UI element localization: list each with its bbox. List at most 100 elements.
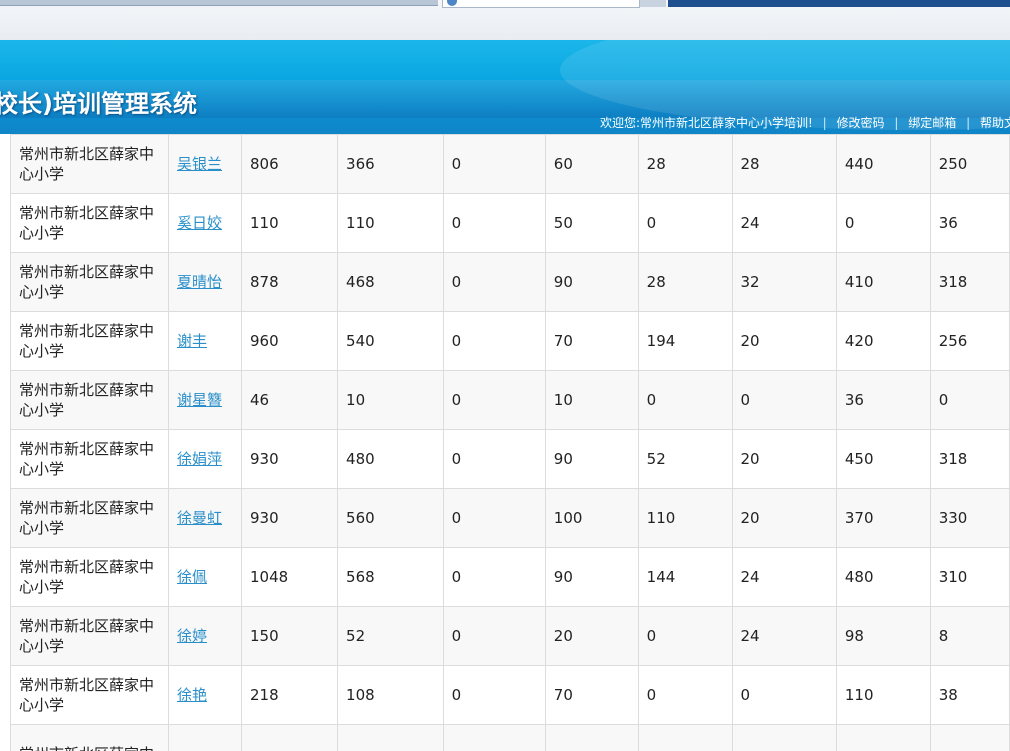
value-cell: 420 [835,311,931,371]
teacher-name-link[interactable]: 徐佩 [177,568,207,586]
system-title: 校长)培训管理系统 [0,90,197,118]
teacher-name-link[interactable]: 吴银兰 [177,155,222,173]
school-cell: 常州市新北区薛家中心小学 [10,606,169,666]
value-cell: 52 [637,429,733,489]
value-cell: 150 [241,606,339,666]
value-cell: 370 [835,488,931,548]
teacher-name-cell: 徐婷 [167,606,243,666]
school-cell: 常州市新北区薛家中心小学 [10,311,169,371]
table-row: 常州市新北区薛家中心小学 徐艳 218 108 0 70 0 0 110 38 [10,665,1010,725]
value-cell: 52 [337,606,444,666]
value-cell: 10 [337,370,444,430]
value-cell: 318 [929,252,1010,312]
user-bar: 欢迎您:常州市新北区薛家中心小学培训! | 修改密码 | 绑定邮箱 | 帮助文 [594,114,1010,132]
value-cell: 0 [442,547,546,607]
table-row: 常州市新北区薛家中心小学 徐佩 1048 568 0 90 144 24 480 310 [10,547,1010,607]
value-cell: 0 [442,606,546,666]
value-cell: 256 [929,311,1010,371]
user-bar-separator: | [822,116,827,130]
value-cell: 878 [241,252,339,312]
value-cell [241,724,339,751]
browser-toolbar-edge [0,0,438,6]
value-cell: 0 [731,665,837,725]
browser-tab[interactable] [442,0,640,8]
value-cell: 480 [835,547,931,607]
value-cell: 0 [929,370,1010,430]
help-link[interactable]: 帮助文 [980,116,1010,130]
value-cell: 32 [731,252,837,312]
value-cell: 366 [337,134,444,194]
teacher-name-cell: 谢星簪 [167,370,243,430]
value-cell: 36 [835,370,931,430]
table-row: 常州市新北区薛家中心小学 徐娟萍 930 480 0 90 52 20 450 318 [10,429,1010,489]
teacher-name-cell: 徐曼虹 [167,488,243,548]
table-row: 常州市新北区薛家中 [10,724,1010,751]
school-cell: 常州市新北区薛家中 [10,724,169,751]
teacher-name-link[interactable]: 谢星簪 [177,391,222,409]
teacher-name-link[interactable]: 徐娟萍 [177,450,222,468]
table-row: 常州市新北区薛家中心小学 徐婷 150 52 0 20 0 24 98 8 [10,606,1010,666]
value-cell: 90 [544,547,639,607]
value-cell: 36 [929,193,1010,253]
value-cell: 0 [442,134,546,194]
value-cell: 110 [835,665,931,725]
value-cell: 8 [929,606,1010,666]
value-cell: 98 [835,606,931,666]
value-cell: 480 [337,429,444,489]
value-cell: 110 [337,193,444,253]
value-cell: 560 [337,488,444,548]
value-cell: 540 [337,311,444,371]
value-cell: 0 [442,370,546,430]
value-cell: 108 [337,665,444,725]
welcome-text: 欢迎您:常州市新北区薛家中心小学培训! [599,116,813,130]
bind-email-link[interactable]: 绑定邮箱 [908,116,956,130]
school-cell: 常州市新北区薛家中心小学 [10,488,169,548]
value-cell: 28 [731,134,837,194]
user-bar-separator: | [966,116,971,130]
value-cell: 24 [731,606,837,666]
value-cell [731,724,837,751]
teacher-name-link[interactable]: 夏晴怡 [177,273,222,291]
value-cell [337,724,444,751]
value-cell: 20 [731,311,837,371]
teacher-name-link[interactable]: 徐婷 [177,627,207,645]
teacher-name-cell: 夏晴怡 [167,252,243,312]
school-cell: 常州市新北区薛家中心小学 [10,547,169,607]
value-cell: 440 [835,134,931,194]
value-cell: 960 [241,311,339,371]
teacher-name-link[interactable]: 奚日姣 [177,214,222,232]
value-cell: 0 [731,370,837,430]
value-cell: 0 [637,193,733,253]
teacher-name-cell: 奚日姣 [167,193,243,253]
change-password-link[interactable]: 修改密码 [837,116,885,130]
teacher-name-link[interactable]: 谢丰 [177,332,207,350]
browser-chrome [0,0,1010,41]
school-cell: 常州市新北区薛家中心小学 [10,193,169,253]
training-stats-table: 常州市新北区薛家中心小学 吴银兰 806 366 0 60 28 28 440 250 常州市新北区… [10,134,1010,751]
teacher-name-link[interactable]: 徐曼虹 [177,509,222,527]
teacher-name-cell: 谢丰 [167,311,243,371]
value-cell: 0 [637,665,733,725]
teacher-name-cell: 吴银兰 [167,134,243,194]
value-cell: 24 [731,547,837,607]
value-cell: 0 [442,193,546,253]
value-cell: 50 [544,193,639,253]
value-cell: 0 [637,370,733,430]
value-cell: 568 [337,547,444,607]
table-row: 常州市新北区薛家中心小学 夏晴怡 878 468 0 90 28 32 410 318 [10,252,1010,312]
training-stats-table-area[interactable]: 常州市新北区薛家中心小学 吴银兰 806 366 0 60 28 28 440 250 常州市新北区… [0,134,1010,751]
value-cell: 0 [442,429,546,489]
value-cell: 28 [637,252,733,312]
value-cell: 0 [637,606,733,666]
value-cell: 194 [637,311,733,371]
value-cell: 60 [544,134,639,194]
value-cell: 1048 [241,547,339,607]
table-row: 常州市新北区薛家中心小学 徐曼虹 930 560 0 100 110 20 370 330 [10,488,1010,548]
value-cell: 46 [241,370,339,430]
school-cell: 常州市新北区薛家中心小学 [10,370,169,430]
value-cell: 0 [442,488,546,548]
teacher-name-link[interactable]: 徐艳 [177,686,207,704]
value-cell: 310 [929,547,1010,607]
value-cell: 90 [544,252,639,312]
value-cell: 20 [731,429,837,489]
